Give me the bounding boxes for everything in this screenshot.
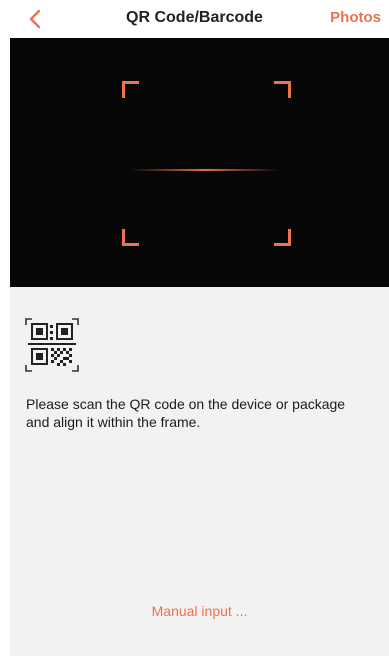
manual-input-button[interactable]: Manual input ... [10,603,389,619]
qr-code-icon [25,318,79,372]
frame-corner-bottom-right [274,229,291,246]
navigation-bar: QR Code/Barcode Photos [0,0,389,38]
chevron-left-icon [29,9,41,29]
frame-corner-top-right [274,81,291,98]
photos-button[interactable]: Photos [330,9,381,26]
frame-corner-top-left [122,81,139,98]
back-button[interactable] [20,4,50,34]
frame-corner-bottom-left [122,229,139,246]
camera-viewfinder [10,38,389,287]
scan-instruction-text: Please scan the QR code on the device or… [26,396,346,430]
scan-line [130,169,280,171]
instruction-panel: Please scan the QR code on the device or… [10,287,389,656]
